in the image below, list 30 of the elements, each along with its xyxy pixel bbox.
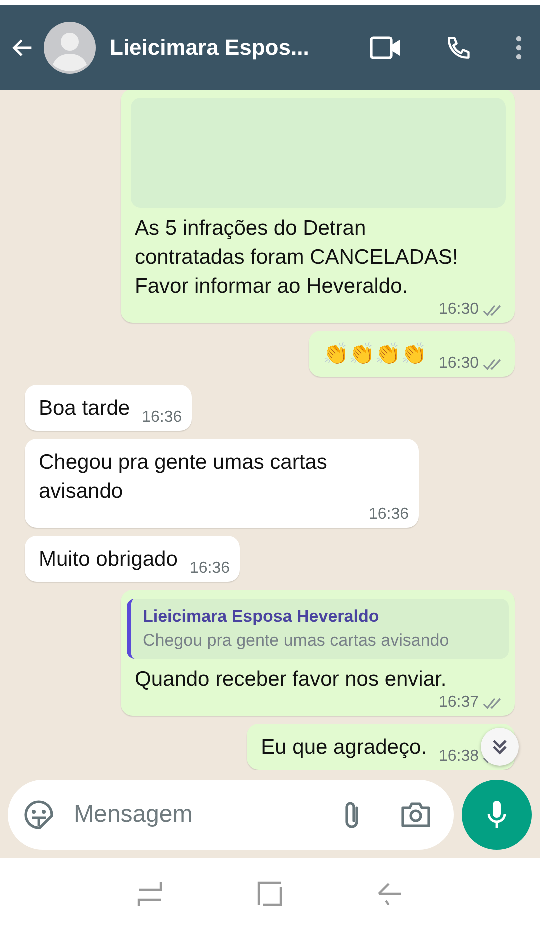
- recent-apps-icon[interactable]: [137, 880, 163, 908]
- message-text: Eu que agradeço.: [261, 735, 427, 761]
- message-time: 16:30: [438, 301, 479, 319]
- message-text: As 5 infrações do Detran contratadas foram CANCELADAS! Favor informar ao Heveraldo.: [135, 216, 460, 300]
- avatar-icon[interactable]: [44, 22, 96, 74]
- message-text: Boa tarde: [39, 396, 130, 422]
- message-field[interactable]: Mensagem: [72, 800, 324, 830]
- message-time: 16:38: [438, 748, 479, 766]
- video-call-icon[interactable]: [370, 36, 402, 60]
- message-time: 16:37: [438, 694, 479, 712]
- home-icon[interactable]: [257, 881, 283, 907]
- message-text: Quando receber favor nos enviar.: [135, 667, 447, 693]
- message-text: 👏👏👏👏: [322, 342, 427, 368]
- quote-author: Lieicimara Esposa Heveraldo: [143, 607, 380, 627]
- quoted-message[interactable]: Lieicimara Esposa Heveraldo Chegou pra gente umas cartas avisando: [127, 599, 509, 659]
- message-time: 16:36: [190, 560, 230, 578]
- quote-text: Chegou pra gente umas cartas avisando: [143, 631, 450, 651]
- message-text: Chegou pra gente umas cartas avisando: [39, 450, 328, 505]
- phone-icon[interactable]: [446, 34, 472, 60]
- contact-name[interactable]: Lieicimara Espos...: [110, 34, 326, 60]
- back-nav-icon[interactable]: [377, 881, 403, 907]
- message-time: 16:36: [142, 409, 182, 427]
- camera-icon[interactable]: [400, 801, 432, 829]
- chevrons-down-icon: [490, 737, 510, 757]
- microphone-icon: [485, 799, 509, 831]
- more-icon[interactable]: [516, 36, 522, 60]
- message-text: Muito obrigado: [39, 547, 178, 573]
- message-time: 16:36: [368, 506, 409, 524]
- sticker-icon[interactable]: [24, 800, 54, 830]
- message-time: 16:30: [438, 355, 479, 373]
